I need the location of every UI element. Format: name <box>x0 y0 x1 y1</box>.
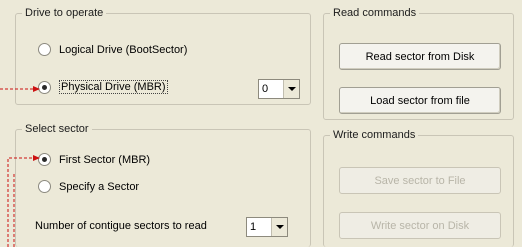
physical-drive-radio-circle[interactable] <box>38 80 51 94</box>
drive-group-legend: Drive to operate <box>22 7 107 19</box>
read-sector-from-disk-button[interactable]: Read sector from Disk <box>339 43 501 70</box>
physical-drive-label: Physical Drive (MBR) <box>59 80 168 94</box>
first-sector-label: First Sector (MBR) <box>59 153 151 166</box>
physical-drive-radio[interactable]: Physical Drive (MBR) <box>38 80 168 94</box>
logical-drive-radio[interactable]: Logical Drive (BootSector) <box>38 43 187 56</box>
write-sector-on-disk-button[interactable]: Write sector on Disk <box>339 212 501 239</box>
load-sector-from-file-button[interactable]: Load sector from file <box>339 87 501 114</box>
specify-sector-label: Specify a Sector <box>59 180 140 193</box>
drive-number-select[interactable]: 0 <box>258 79 300 99</box>
chevron-down-icon[interactable] <box>271 218 287 236</box>
sector-count-label: Number of contigue sectors to read <box>35 220 207 232</box>
first-sector-radio[interactable]: First Sector (MBR) <box>38 153 150 166</box>
specify-sector-radio-circle[interactable] <box>38 180 51 193</box>
mbr-tool-dialog: Drive to operate Logical Drive (BootSect… <box>0 0 522 247</box>
chevron-down-icon[interactable] <box>283 80 299 98</box>
sector-count-value: 1 <box>250 221 257 233</box>
logical-drive-radio-circle[interactable] <box>38 43 51 56</box>
sector-count-select[interactable]: 1 <box>246 217 288 237</box>
write-group-legend: Write commands <box>330 129 419 141</box>
read-group-legend: Read commands <box>330 7 420 19</box>
specify-sector-radio[interactable]: Specify a Sector <box>38 180 139 193</box>
drive-number-value: 0 <box>262 83 269 95</box>
first-sector-radio-circle[interactable] <box>38 153 51 166</box>
sector-group-legend: Select sector <box>22 123 92 135</box>
logical-drive-label: Logical Drive (BootSector) <box>59 43 188 56</box>
save-sector-to-file-button[interactable]: Save sector to File <box>339 167 501 194</box>
